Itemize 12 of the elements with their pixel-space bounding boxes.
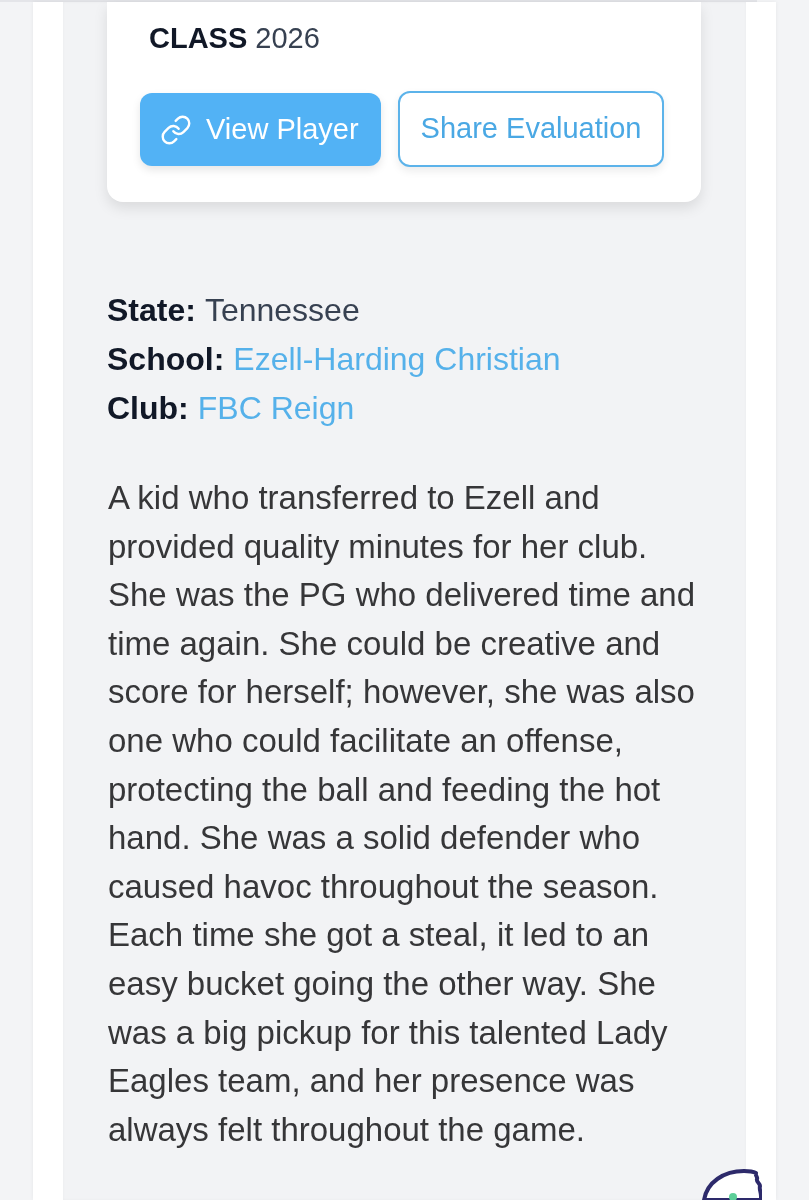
- class-label: CLASS: [149, 21, 248, 56]
- evaluation-text: A kid who transferred to Ezell and provided quality minutes for her club. She was the PG who delivered time and time again. She could be creative and score for herself; however, she was also one who could facilitate an offense, protecting the ball and feeding the hot hand. She was a solid defender who caused havoc throughout the season. Each time she got a steal, it led to an easy bucket going the other way. She was a big pickup for this talented Lady Eagles team, and her presence was always felt throughout the game.: [108, 478, 696, 1150]
- detail-label: Club:: [107, 389, 189, 428]
- detail-link[interactable]: Ezell-Harding Christian: [233, 335, 561, 384]
- detail-value: Tennessee: [204, 291, 360, 330]
- detail-label: School:: [107, 340, 225, 379]
- share-evaluation-button[interactable]: Share Evaluation: [397, 91, 665, 167]
- detail-link[interactable]: FBC Reign: [197, 384, 355, 433]
- detail-label: State:: [107, 291, 196, 330]
- link-icon: [160, 113, 192, 146]
- class-year: 2026: [255, 21, 320, 56]
- view-player-button[interactable]: View Player: [140, 93, 381, 166]
